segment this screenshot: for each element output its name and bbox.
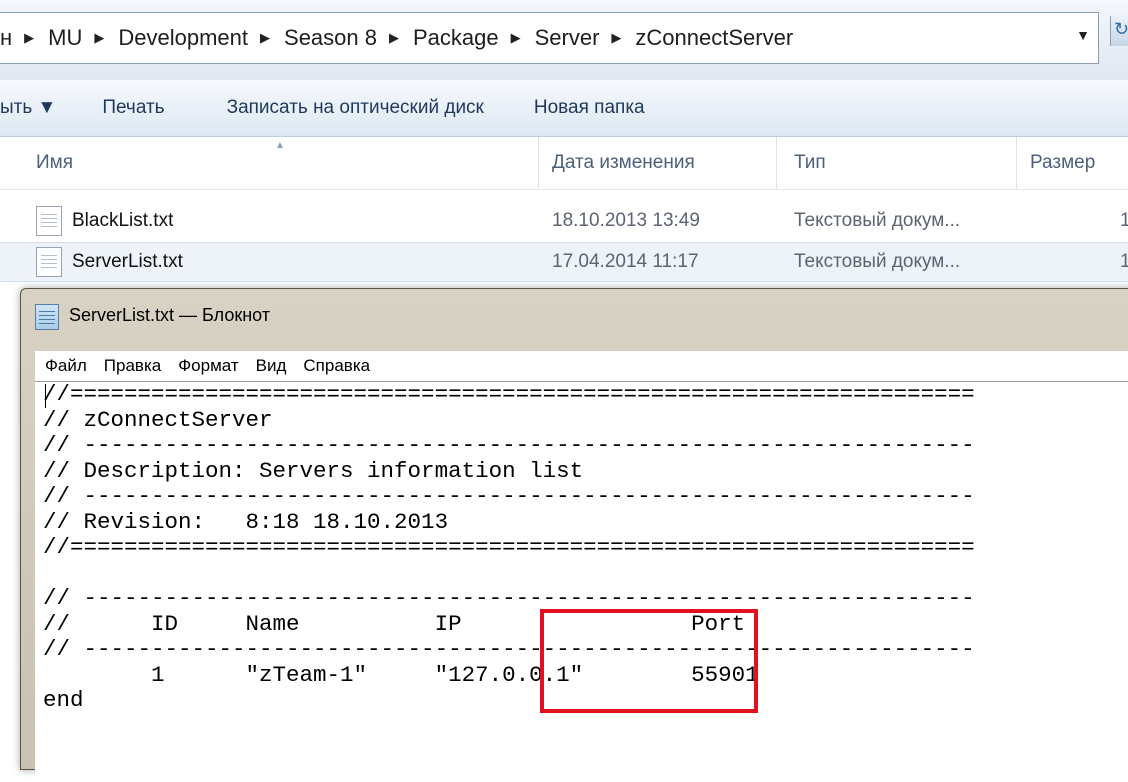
- file-type: Текстовый докум...: [794, 210, 961, 231]
- notepad-title: ServerList.txt — Блокнот: [69, 305, 271, 325]
- print-button[interactable]: Печать: [102, 97, 164, 119]
- breadcrumb-item-server[interactable]: Server: [535, 25, 600, 51]
- refresh-button[interactable]: ↻: [1110, 16, 1128, 46]
- column-divider[interactable]: [1016, 137, 1017, 189]
- ip-highlight-box: [540, 609, 758, 713]
- menu-format[interactable]: Формат: [178, 356, 238, 376]
- file-size: 1: [1120, 210, 1128, 231]
- leading-fragment: н: [0, 25, 13, 50]
- file-date: 17.04.2014 11:17: [552, 251, 699, 272]
- burn-disc-button[interactable]: Записать на оптический диск: [227, 97, 484, 119]
- notepad-icon: [35, 304, 59, 330]
- notepad-menu-bar: Файл Правка Формат Вид Справка: [35, 351, 1128, 381]
- chevron-down-icon[interactable]: ▼: [1076, 27, 1090, 43]
- breadcrumb-arrow-icon: ▶: [388, 30, 399, 45]
- menu-file[interactable]: Файл: [45, 356, 87, 376]
- column-divider[interactable]: [776, 137, 777, 189]
- column-divider[interactable]: [538, 137, 539, 189]
- breadcrumb-item-zconnectserver[interactable]: zConnectServer: [635, 25, 793, 51]
- text-caret: [45, 384, 46, 408]
- text-file-icon: [36, 206, 62, 236]
- explorer-toolbar: ыть ▼ Печать Записать на оптический диск…: [0, 80, 1128, 137]
- new-folder-button[interactable]: Новая папка: [534, 97, 645, 119]
- breadcrumb-arrow-icon: ▶: [24, 30, 35, 45]
- breadcrumb: ▶ MU ▶ Development ▶ Season 8 ▶ Package …: [12, 25, 793, 51]
- file-name: ServerList.txt: [72, 251, 183, 272]
- column-header-row: Имя Дата изменения Тип Размер: [0, 137, 1128, 190]
- file-row-selected[interactable]: ServerList.txt 17.04.2014 11:17 Текстовы…: [0, 242, 1128, 282]
- address-bar-area: н ▶ MU ▶ Development ▶ Season 8 ▶ Packag…: [0, 0, 1128, 81]
- open-menu-button[interactable]: ыть ▼: [0, 97, 56, 119]
- breadcrumb-arrow-icon: ▶: [260, 30, 271, 45]
- column-header-type[interactable]: Тип: [794, 152, 826, 176]
- file-size: 1: [1120, 251, 1128, 272]
- column-header-name[interactable]: Имя: [36, 152, 73, 176]
- menu-help[interactable]: Справка: [303, 356, 370, 376]
- menu-edit[interactable]: Правка: [104, 356, 161, 376]
- file-row[interactable]: BlackList.txt 18.10.2013 13:49 Текстовый…: [0, 202, 1128, 240]
- breadcrumb-item-package[interactable]: Package: [413, 25, 499, 51]
- breadcrumb-arrow-icon: ▶: [94, 30, 105, 45]
- address-bar[interactable]: н ▶ MU ▶ Development ▶ Season 8 ▶ Packag…: [0, 12, 1099, 64]
- breadcrumb-arrow-icon: ▶: [611, 30, 622, 45]
- column-header-date[interactable]: Дата изменения: [552, 152, 695, 176]
- breadcrumb-item-mu[interactable]: MU: [48, 25, 82, 51]
- menu-view[interactable]: Вид: [256, 356, 287, 376]
- notepad-title-bar[interactable]: ServerList.txt — Блокнот: [21, 289, 1128, 344]
- notepad-text-area[interactable]: //======================================…: [35, 381, 1128, 782]
- refresh-icon: ↻: [1114, 19, 1128, 39]
- file-type: Текстовый докум...: [794, 251, 961, 272]
- file-date: 18.10.2013 13:49: [552, 210, 700, 231]
- breadcrumb-arrow-icon: ▶: [510, 30, 521, 45]
- sort-ascending-icon: ▲: [275, 140, 285, 151]
- breadcrumb-item-development[interactable]: Development: [118, 25, 248, 51]
- file-name: BlackList.txt: [72, 210, 174, 231]
- breadcrumb-item-season[interactable]: Season 8: [284, 25, 377, 51]
- text-file-icon: [36, 247, 62, 277]
- column-header-size[interactable]: Размер: [1030, 152, 1095, 176]
